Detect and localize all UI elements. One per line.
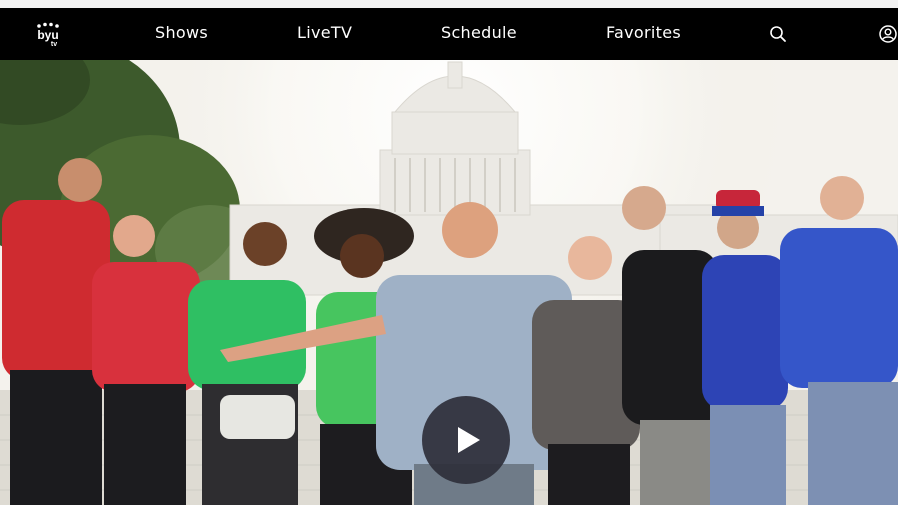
search-icon[interactable] xyxy=(768,24,788,44)
play-button[interactable] xyxy=(422,396,510,484)
nav-livetv[interactable]: LiveTV xyxy=(297,23,352,42)
account-icon[interactable] xyxy=(878,24,898,44)
nav-schedule[interactable]: Schedule xyxy=(441,23,517,42)
top-nav-bar: byu tv Shows LiveTV Schedule Favorites xyxy=(0,8,898,60)
play-icon xyxy=(458,427,480,453)
nav-shows[interactable]: Shows xyxy=(155,23,208,42)
top-strip xyxy=(0,0,898,8)
svg-text:byu: byu xyxy=(37,28,58,42)
hero-banner[interactable] xyxy=(0,60,898,505)
nav-favorites[interactable]: Favorites xyxy=(606,23,681,42)
svg-text:tv: tv xyxy=(51,41,57,48)
byutv-logo[interactable]: byu tv xyxy=(33,20,63,48)
